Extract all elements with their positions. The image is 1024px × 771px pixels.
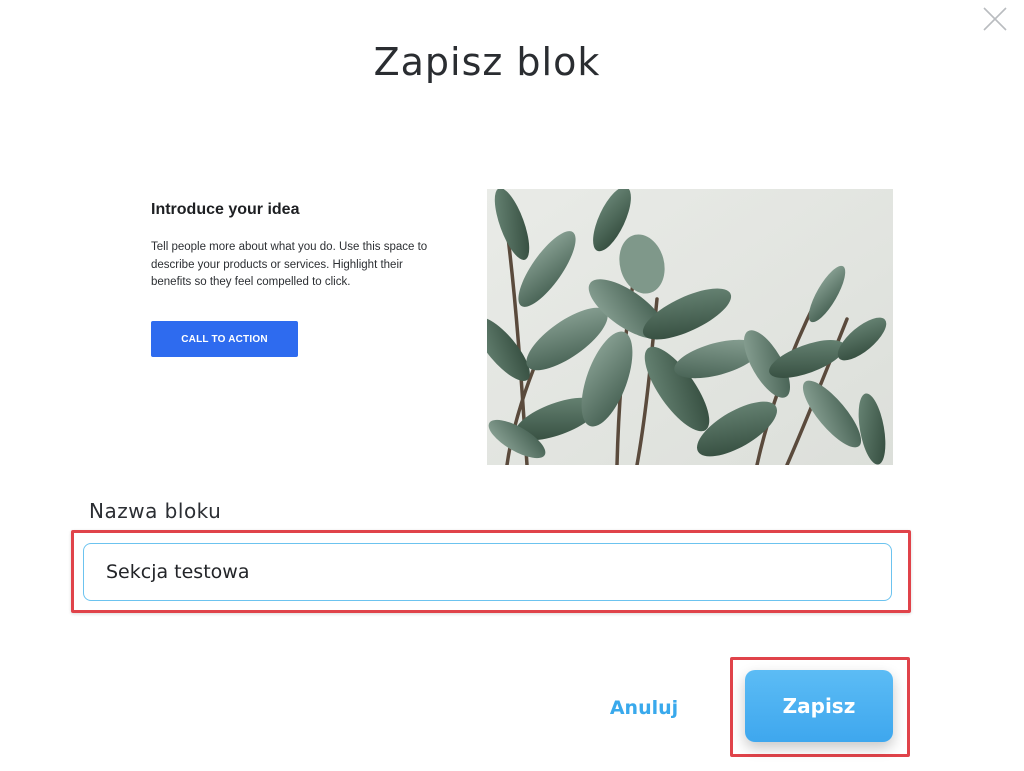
preview-heading: Introduce your idea [151, 201, 300, 218]
block-name-input[interactable] [83, 543, 892, 601]
close-icon [983, 7, 1007, 31]
call-to-action-button: CALL TO ACTION [151, 321, 298, 357]
save-button[interactable]: Zapisz [745, 670, 893, 742]
block-preview: Introduce your idea Tell people more abo… [101, 159, 923, 494]
modal-title: Zapisz blok [373, 40, 601, 84]
plant-image [487, 189, 893, 465]
close-button[interactable] [981, 5, 1009, 33]
preview-body-text: Tell people more about what you do. Use … [151, 241, 428, 288]
block-name-label: Nazwa bloku [89, 499, 222, 523]
save-block-modal: Zapisz blok Introduce your idea Tell peo… [0, 0, 1024, 771]
cancel-button[interactable]: Anuluj [598, 690, 690, 726]
